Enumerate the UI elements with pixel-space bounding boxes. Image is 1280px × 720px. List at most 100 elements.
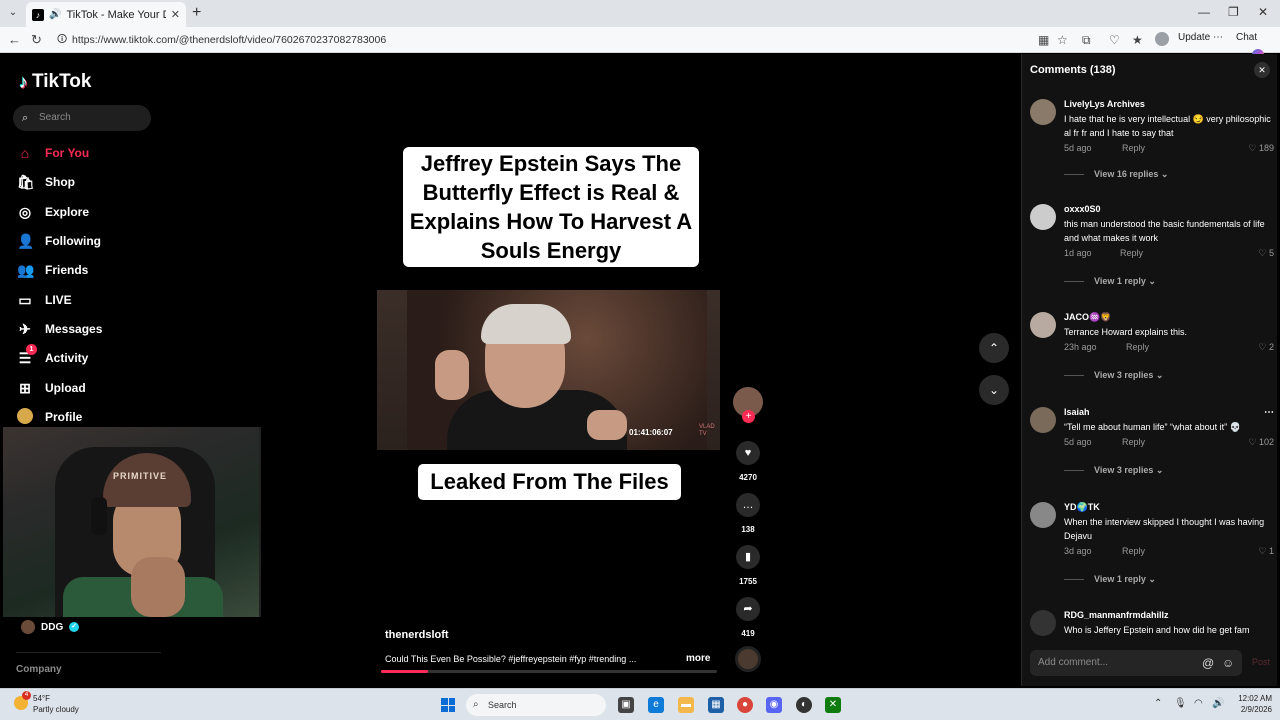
video-author[interactable]: thenerdsloft (385, 629, 449, 641)
view-replies-button[interactable]: View 1 reply ⌄ (1064, 574, 1156, 585)
activity-badge: 1 (26, 343, 37, 355)
wifi-icon[interactable]: ◠ (1194, 698, 1203, 709)
comment-likes[interactable]: ♡ 5 (1258, 248, 1274, 259)
sidebar-item-upload[interactable]: ⊞ Upload (17, 377, 86, 399)
copilot-chat-button[interactable]: Chat (1236, 32, 1264, 61)
sidebar-item-following[interactable]: 👤 Following (17, 230, 101, 252)
share-button[interactable]: ➦ (736, 597, 760, 621)
avatar[interactable] (1030, 502, 1056, 528)
previous-video-button[interactable]: ⌃ (979, 333, 1009, 363)
post-button[interactable]: Post (1252, 657, 1270, 667)
minimize-button[interactable]: — (1198, 5, 1210, 19)
maximize-button[interactable]: ❐ (1228, 5, 1239, 19)
address-bar[interactable]: 🛈 https://www.tiktok.com/@thenerdsloft/v… (52, 30, 1012, 50)
comment-likes[interactable]: ♡ 2 (1258, 342, 1274, 353)
avatar[interactable] (1030, 610, 1056, 636)
comment-user[interactable]: RDG_manmanfrmdahillz (1064, 610, 1169, 620)
taskbar-clock[interactable]: 12:02 AM 2/9/2026 (1232, 693, 1272, 715)
speaker-icon[interactable]: 🔊 (49, 9, 61, 20)
tiktok-logo[interactable]: ♪ TikTok (19, 71, 91, 93)
browser-tabbar: ⌄ ♪ 🔊 TikTok - Make Your Day ✕ + — ❐ ✕ (0, 0, 1280, 27)
xbox-icon[interactable]: ✕ (825, 697, 841, 713)
obs-icon[interactable]: ◐ (796, 697, 812, 713)
avatar[interactable] (1030, 312, 1056, 338)
tab-actions-icon[interactable]: ⌄ (6, 6, 20, 20)
file-explorer-icon[interactable]: ▬ (678, 697, 694, 713)
refresh-icon[interactable]: ↻ (31, 32, 42, 48)
like-button[interactable]: ♥ (736, 441, 760, 465)
store-icon[interactable]: ▦ (708, 697, 724, 713)
sidebar-item-live[interactable]: ▭ LIVE (17, 289, 71, 311)
mention-icon[interactable]: @ (1202, 650, 1214, 676)
following-account-ddg[interactable]: DDG ✓ (21, 620, 80, 634)
view-replies-label: View 3 replies (1094, 370, 1154, 380)
video-player[interactable]: Jeffrey Epstein Says The Butterfly Effec… (377, 54, 722, 686)
avatar[interactable] (1030, 204, 1056, 230)
volume-icon[interactable]: 🔊 (1212, 698, 1224, 709)
comment-likes[interactable]: ♡ 102 (1248, 437, 1274, 448)
favorite-star-icon[interactable]: ☆ (1057, 33, 1068, 47)
comment-button[interactable]: … (736, 493, 760, 517)
microphone-icon[interactable]: 🎙 (1174, 698, 1187, 709)
comment-user[interactable]: LivelyLys Archives (1064, 99, 1145, 109)
reply-button[interactable]: Reply (1122, 437, 1145, 447)
view-replies-button[interactable]: View 16 replies ⌄ (1064, 169, 1168, 180)
sidebar-item-for-you[interactable]: ⌂ For You (17, 142, 89, 164)
browser-essentials-icon[interactable]: ♡ (1109, 33, 1120, 47)
reply-button[interactable]: Reply (1120, 248, 1143, 258)
add-comment-input[interactable]: Add comment... @ ☺ (1030, 650, 1242, 676)
comment-likes[interactable]: ♡ 189 (1248, 143, 1274, 154)
heart-icon: ♡ (1258, 546, 1267, 556)
tray-chevron-icon[interactable]: ⌃ (1154, 698, 1162, 709)
save-button[interactable]: ▮ (736, 545, 760, 569)
avatar[interactable] (1030, 99, 1056, 125)
split-screen-icon[interactable]: ▦ (1038, 33, 1049, 47)
comment-text: Who is Jeffery Epstein and how did he ge… (1064, 625, 1250, 635)
comment-user[interactable]: JACO♒🦁 (1064, 312, 1111, 323)
update-button[interactable]: Update ⋯ (1178, 32, 1223, 43)
comment-user[interactable]: YD🌍TK (1064, 502, 1100, 513)
avatar[interactable] (1030, 407, 1056, 433)
more-options-icon[interactable]: ⋯ (1264, 407, 1274, 418)
video-progress-bar[interactable] (381, 670, 717, 673)
comment-user[interactable]: oxxx0S0 (1064, 204, 1101, 214)
sidebar-item-friends[interactable]: 👥 Friends (17, 259, 88, 281)
sidebar-item-messages[interactable]: ✈ Messages (17, 318, 102, 340)
edge-icon[interactable]: e (648, 697, 664, 713)
view-replies-button[interactable]: View 1 reply ⌄ (1064, 276, 1156, 287)
discord-icon[interactable]: ◉ (766, 697, 782, 713)
more-button[interactable]: more (686, 653, 710, 664)
browser-tab[interactable]: ♪ 🔊 TikTok - Make Your Day ✕ (26, 2, 186, 27)
sidebar-item-profile[interactable]: Profile (17, 406, 82, 428)
start-button[interactable] (441, 698, 455, 712)
comment-user[interactable]: Isaiah (1064, 407, 1090, 417)
sidebar-item-activity[interactable]: ☰ 1 Activity (17, 343, 88, 369)
view-replies-button[interactable]: View 3 replies ⌄ (1064, 370, 1163, 381)
music-disc-icon[interactable] (735, 646, 761, 672)
close-window-button[interactable]: ✕ (1258, 5, 1268, 19)
comments-panel: Comments (138) ✕ LivelyLys Archives I ha… (1021, 54, 1277, 686)
reply-button[interactable]: Reply (1126, 342, 1149, 352)
close-comments-button[interactable]: ✕ (1254, 62, 1270, 78)
company-link[interactable]: Company (16, 664, 62, 675)
favorites-icon[interactable]: ★ (1132, 33, 1143, 47)
taskbar-search[interactable]: ⌕ Search (466, 694, 606, 716)
back-icon[interactable]: ← (8, 32, 21, 47)
chrome-icon[interactable]: ● (737, 697, 753, 713)
task-view-icon[interactable]: ▣ (618, 697, 634, 713)
follow-button[interactable]: + (742, 410, 755, 423)
tab-close-icon[interactable]: ✕ (171, 8, 180, 21)
profile-avatar[interactable] (1155, 32, 1169, 46)
sidebar-item-shop[interactable]: 🛍 Shop (17, 171, 75, 193)
view-replies-button[interactable]: View 3 replies ⌄ (1064, 465, 1163, 476)
sidebar-item-explore[interactable]: ◎ Explore (17, 201, 89, 223)
comment-likes[interactable]: ♡ 1 (1258, 546, 1274, 557)
new-tab-button[interactable]: + (192, 4, 201, 22)
emoji-icon[interactable]: ☺ (1222, 650, 1234, 676)
search-input[interactable]: ⌕ Search (13, 105, 151, 131)
next-video-button[interactable]: ⌄ (979, 375, 1009, 405)
extensions-icon[interactable]: ⧉ (1082, 33, 1091, 48)
reply-button[interactable]: Reply (1122, 546, 1145, 556)
site-info-icon[interactable]: 🛈 (57, 30, 67, 50)
reply-button[interactable]: Reply (1122, 143, 1145, 153)
